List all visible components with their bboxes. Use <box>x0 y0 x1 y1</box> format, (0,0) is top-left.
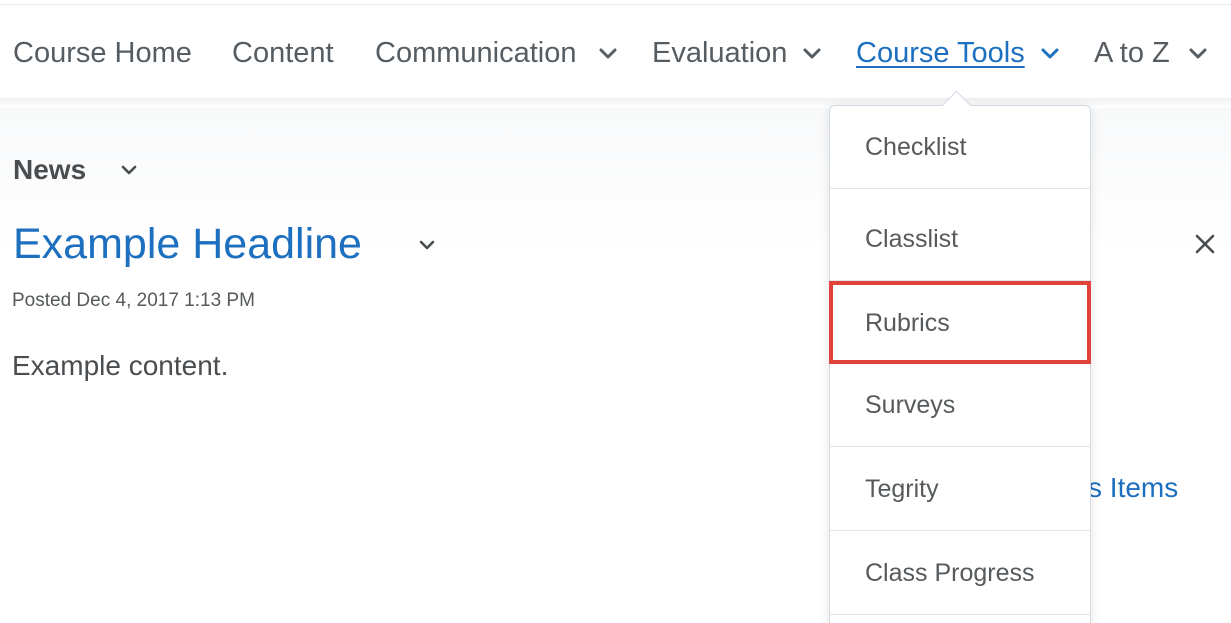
close-icon[interactable] <box>1194 233 1216 255</box>
nav-a-to-z-label: A to Z <box>1094 37 1170 69</box>
nav-a-to-z[interactable]: A to Z <box>1094 35 1211 71</box>
nav-content-label: Content <box>232 37 334 69</box>
nav-course-tools-label: Course Tools <box>856 37 1025 69</box>
course-navbar: Course Home Content Communication Evalua… <box>0 6 1231 98</box>
nav-course-home-label: Course Home <box>13 37 192 69</box>
nav-course-home[interactable]: Course Home <box>13 35 192 71</box>
nav-communication-label: Communication <box>375 37 577 69</box>
nav-course-tools[interactable]: Course Tools <box>856 35 1062 71</box>
course-tools-dropdown: Checklist Classlist Rubrics Surveys Tegr… <box>829 105 1091 623</box>
menu-item-checklist[interactable]: Checklist <box>830 106 1090 189</box>
nav-communication[interactable]: Communication <box>375 35 620 71</box>
chevron-down-icon[interactable] <box>120 163 138 177</box>
nav-evaluation[interactable]: Evaluation <box>652 35 824 71</box>
news-items-link-label: News Items <box>1090 472 1179 503</box>
chevron-down-icon <box>803 48 821 59</box>
chevron-down-icon <box>1041 48 1059 59</box>
nav-evaluation-label: Evaluation <box>652 37 788 69</box>
news-headline[interactable]: Example Headline <box>13 217 362 271</box>
posted-timestamp: Posted Dec 4, 2017 1:13 PM <box>12 290 255 311</box>
menu-item-class-progress[interactable]: Class Progress <box>830 532 1090 615</box>
top-divider <box>0 4 1231 5</box>
chevron-down-icon <box>599 48 617 59</box>
news-content: Example content. <box>12 350 229 381</box>
menu-item-rubrics[interactable]: Rubrics <box>829 281 1091 364</box>
news-items-link[interactable]: News Items <box>1090 471 1231 505</box>
chevron-down-icon <box>1189 48 1207 59</box>
chevron-down-icon[interactable] <box>418 238 436 252</box>
news-widget-title: News <box>13 154 87 185</box>
menu-item-tegrity[interactable]: Tegrity <box>830 448 1090 531</box>
menu-item-surveys[interactable]: Surveys <box>830 364 1090 447</box>
page: Course Home Content Communication Evalua… <box>0 0 1231 623</box>
menu-item-classlist[interactable]: Classlist <box>830 198 1090 281</box>
nav-content[interactable]: Content <box>232 35 334 71</box>
